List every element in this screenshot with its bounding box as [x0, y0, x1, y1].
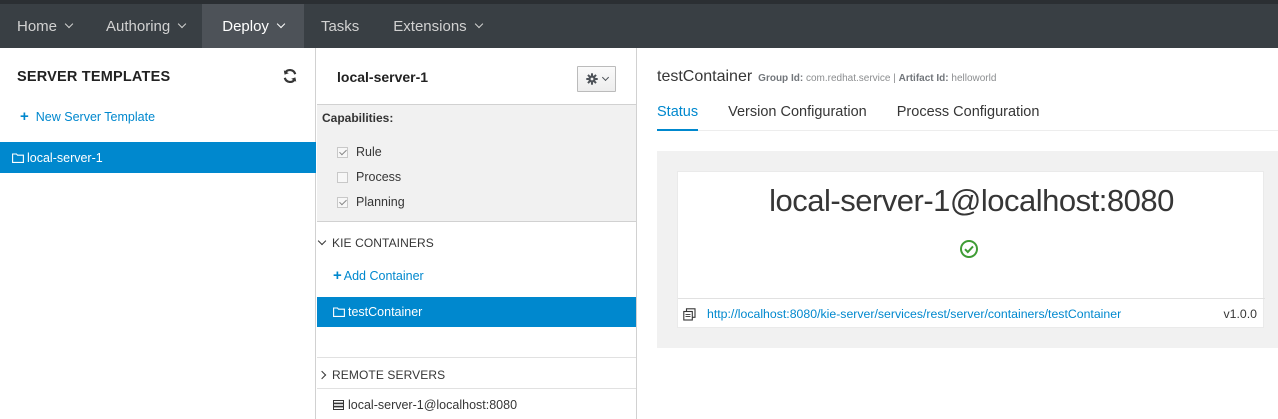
server-templates-title: SERVER TEMPLATES [17, 69, 171, 85]
nav-home-label: Home [17, 17, 58, 35]
chevron-down-icon [177, 19, 187, 29]
container-item-label: testContainer [348, 305, 423, 319]
server-detail-panel: local-server-1 Capabilities: Rule Proces… [317, 48, 637, 419]
container-url-link[interactable]: http://localhost:8080/kie-server/service… [707, 307, 1121, 321]
capability-label: Rule [356, 145, 382, 159]
nav-home[interactable]: Home [0, 4, 89, 48]
server-title: local-server-1 [337, 69, 429, 85]
nav-extensions[interactable]: Extensions [376, 4, 498, 48]
kie-containers-header[interactable]: KIE CONTAINERS [317, 236, 434, 250]
chevron-down-icon [276, 19, 286, 29]
template-item-label: local-server-1 [27, 150, 103, 165]
chevron-down-icon [317, 236, 327, 246]
server-status-card: local-server-1@localhost:8080 http://loc… [677, 171, 1265, 328]
container-item[interactable]: testContainer [317, 297, 636, 327]
status-panel: local-server-1@localhost:8080 http://loc… [657, 151, 1278, 348]
container-name: testContainer [657, 68, 753, 85]
tab-process-configuration[interactable]: Process Configuration [897, 104, 1040, 131]
process-checkbox[interactable] [337, 171, 348, 183]
new-server-template-label: New Server Template [35, 110, 156, 124]
server-host: local-server-1@localhost:8080 [769, 183, 1174, 218]
add-container-button[interactable]: + Add Container [333, 267, 424, 284]
container-version: v1.0.0 [1223, 307, 1258, 321]
server-icon [333, 400, 344, 410]
new-server-template-button[interactable]: + New Server Template [20, 108, 156, 125]
artifact-id-value: helloworld [951, 73, 997, 84]
capability-rule: Rule [337, 145, 382, 159]
remote-server-label: local-server-1@localhost:8080 [348, 398, 518, 412]
capability-label: Process [356, 170, 402, 184]
remote-server-item[interactable]: local-server-1@localhost:8080 [333, 398, 517, 412]
nav-tasks-label: Tasks [320, 17, 360, 35]
planning-checkbox[interactable] [337, 196, 348, 208]
group-id-label: Group Id: [758, 73, 804, 84]
capability-planning: Planning [337, 195, 405, 209]
capabilities-section: Capabilities: Rule Process Planning [317, 104, 636, 222]
nav-extensions-label: Extensions [393, 17, 467, 35]
kie-containers-label: KIE CONTAINERS [332, 236, 434, 250]
group-id-value: com.redhat.service [805, 73, 891, 84]
nav-tasks[interactable]: Tasks [304, 4, 376, 48]
add-container-label: Add Container [343, 269, 424, 283]
section-divider [317, 388, 636, 389]
container-meta: Group Id: com.redhat.service | Artifact … [758, 73, 996, 84]
tab-version-configuration[interactable]: Version Configuration [728, 104, 867, 131]
nav-authoring-label: Authoring [106, 17, 171, 35]
remote-servers-header[interactable]: REMOTE SERVERS [317, 368, 446, 382]
container-detail-panel: testContainer Group Id: com.redhat.servi… [638, 48, 1278, 419]
server-templates-panel: SERVER TEMPLATES + New Server Template l… [0, 48, 316, 419]
remote-servers-label: REMOTE SERVERS [332, 368, 446, 382]
folder-icon [12, 152, 24, 163]
nav-deploy[interactable]: Deploy [202, 4, 304, 48]
rule-checkbox[interactable] [337, 146, 348, 158]
container-header: testContainer Group Id: com.redhat.servi… [657, 68, 996, 86]
server-settings-button[interactable] [577, 66, 616, 92]
nav-authoring[interactable]: Authoring [89, 4, 202, 48]
folder-icon [333, 307, 345, 317]
card-footer: http://localhost:8080/kie-server/service… [678, 298, 1265, 328]
artifact-id-label: Artifact Id: [898, 73, 949, 84]
meta-separator: | [893, 73, 896, 84]
plus-icon: + [20, 108, 29, 125]
chevron-right-icon [317, 370, 327, 380]
chevron-down-icon [601, 73, 609, 82]
plus-icon: + [333, 267, 342, 284]
tab-status[interactable]: Status [657, 104, 699, 131]
nav-deploy-label: Deploy [222, 17, 269, 35]
top-nav: Home Authoring Deploy Tasks Extensions [0, 0, 1278, 48]
container-tabs: Status Version Configuration Process Con… [657, 104, 1278, 131]
chevron-down-icon [474, 19, 483, 29]
refresh-icon[interactable] [282, 68, 298, 84]
copy-icon[interactable] [683, 308, 696, 321]
capability-label: Planning [356, 195, 405, 209]
chevron-down-icon [64, 19, 74, 29]
section-divider [317, 357, 636, 358]
gear-icon [585, 73, 598, 85]
capabilities-label: Capabilities: [322, 111, 394, 125]
capability-process: Process [337, 170, 401, 184]
template-item[interactable]: local-server-1 [0, 142, 316, 173]
status-ok-icon [960, 240, 978, 258]
